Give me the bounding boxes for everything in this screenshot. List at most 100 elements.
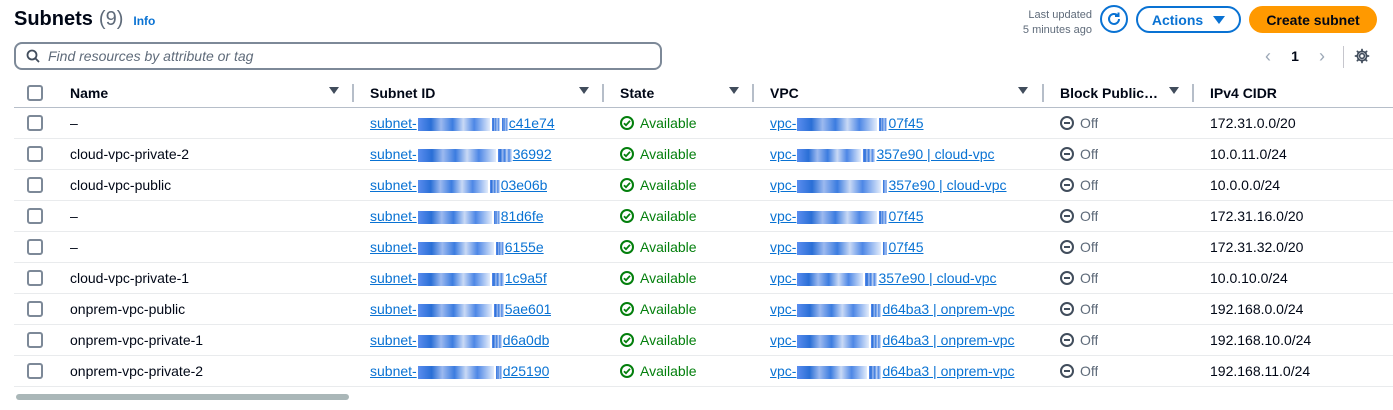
- subnet-id[interactable]: subnet- 36992: [370, 146, 552, 162]
- column-header-vpc[interactable]: VPC: [770, 78, 799, 107]
- minus-circle-icon: [1060, 240, 1074, 254]
- row-checkbox[interactable]: [27, 208, 43, 224]
- row-select-cell: [27, 139, 43, 169]
- sort-icon[interactable]: [729, 87, 739, 94]
- page-number[interactable]: 1: [1278, 48, 1312, 64]
- sort-icon[interactable]: [579, 87, 589, 94]
- row-checkbox[interactable]: [27, 146, 43, 162]
- vpc-link-cell[interactable]: vpc- 357e90 | cloud-vpc: [770, 263, 997, 293]
- vpc-link-cell[interactable]: vpc-d64ba3 | onprem-vpc: [770, 325, 1015, 355]
- vpc-link-cell[interactable]: vpc-d64ba3 | onprem-vpc: [770, 356, 1015, 386]
- vpc-link-cell[interactable]: vpc- 07f45: [770, 201, 924, 231]
- row-checkbox[interactable]: [27, 115, 43, 131]
- redacted-block: [797, 241, 882, 255]
- block-public-status: Off: [1060, 170, 1098, 200]
- vpc-link-cell[interactable]: vpc-d64ba3 | onprem-vpc: [770, 294, 1015, 324]
- table-row[interactable]: cloud-vpc-public subnet- 03e06b Available…: [14, 170, 1393, 201]
- row-select-cell: [27, 356, 43, 386]
- row-checkbox[interactable]: [27, 177, 43, 193]
- column-resizer[interactable]: [1192, 84, 1194, 102]
- select-all-checkbox[interactable]: [27, 84, 43, 101]
- subnet-id[interactable]: subnet- 5ae601: [370, 301, 551, 317]
- sort-icon[interactable]: [329, 87, 339, 94]
- subnet-id-link[interactable]: subnet-d25190: [370, 356, 549, 386]
- vpc-link[interactable]: vpc- 357e90 | cloud-vpc: [770, 270, 997, 286]
- column-header-ipv4-cidr[interactable]: IPv4 CIDR: [1210, 78, 1277, 107]
- redacted-block: [493, 303, 504, 317]
- refresh-button[interactable]: [1100, 5, 1128, 33]
- table-row[interactable]: – subnet-c41e74 Available vpc- 07f45 Off …: [14, 108, 1393, 139]
- subnet-id-link[interactable]: subnet- 1c9a5f: [370, 263, 547, 293]
- vpc-link-cell[interactable]: vpc- 07f45: [770, 232, 924, 262]
- block-public-label: Off: [1080, 270, 1099, 286]
- check-circle-icon: [620, 302, 634, 316]
- subnet-id-link[interactable]: subnet- 5ae601: [370, 294, 551, 324]
- row-checkbox[interactable]: [27, 363, 43, 379]
- vpc-link[interactable]: vpc-d64ba3 | onprem-vpc: [770, 363, 1015, 379]
- subnet-id-link[interactable]: subnet- 81d6fe: [370, 201, 544, 231]
- row-checkbox[interactable]: [27, 270, 43, 286]
- table-row[interactable]: cloud-vpc-private-1 subnet- 1c9a5f Availa…: [14, 263, 1393, 294]
- preferences-button[interactable]: [1352, 46, 1372, 66]
- vpc-link[interactable]: vpc- 357e90 | cloud-vpc: [770, 146, 995, 162]
- redacted-block: [489, 179, 500, 193]
- vpc-link[interactable]: vpc- 07f45: [770, 239, 924, 255]
- vpc-link[interactable]: vpc- 357e90 | cloud-vpc: [770, 177, 1007, 193]
- table-row[interactable]: onprem-vpc-public subnet- 5ae601 Availabl…: [14, 294, 1393, 325]
- vpc-link-cell[interactable]: vpc- 07f45: [770, 108, 924, 138]
- block-public-status: Off: [1060, 325, 1098, 355]
- column-resizer[interactable]: [1042, 84, 1044, 102]
- redacted-block: [879, 117, 888, 131]
- subnet-id[interactable]: subnet- 1c9a5f: [370, 270, 547, 286]
- search-input[interactable]: [48, 48, 628, 64]
- subnet-id[interactable]: subnet- 6155e: [370, 239, 544, 255]
- subnet-id-link[interactable]: subnet-c41e74: [370, 108, 555, 138]
- vpc-id-suffix: d64ba3 | onprem-vpc: [882, 301, 1015, 317]
- column-resizer[interactable]: [352, 84, 354, 102]
- subnet-id[interactable]: subnet-d6a0db: [370, 332, 549, 348]
- subnet-id[interactable]: subnet-c41e74: [370, 115, 555, 131]
- column-header-block-public[interactable]: Block Public…: [1060, 78, 1158, 107]
- row-checkbox[interactable]: [27, 332, 43, 348]
- column-header-subnet-id[interactable]: Subnet ID: [370, 78, 435, 107]
- row-select-cell: [27, 232, 43, 262]
- table-row[interactable]: onprem-vpc-private-1 subnet-d6a0db Avail…: [14, 325, 1393, 356]
- state-label: Available: [640, 115, 697, 131]
- column-header-name[interactable]: Name: [70, 78, 108, 107]
- sort-icon[interactable]: [1169, 87, 1179, 94]
- subnet-id-prefix: subnet-: [370, 332, 417, 348]
- chevron-left-icon[interactable]: ‹: [1258, 46, 1278, 66]
- vpc-link[interactable]: vpc- 07f45: [770, 115, 924, 131]
- last-updated: Last updated 5 minutes ago: [1000, 8, 1092, 38]
- vpc-link[interactable]: vpc- 07f45: [770, 208, 924, 224]
- column-resizer[interactable]: [752, 84, 754, 102]
- column-header-state[interactable]: State: [620, 78, 654, 107]
- vpc-link[interactable]: vpc-d64ba3 | onprem-vpc: [770, 332, 1015, 348]
- table-row[interactable]: – subnet- 6155e Available vpc- 07f45 Off 1…: [14, 232, 1393, 263]
- vpc-link-cell[interactable]: vpc- 357e90 | cloud-vpc: [770, 170, 1007, 200]
- create-subnet-button[interactable]: Create subnet: [1249, 6, 1377, 33]
- redacted-block: [417, 241, 494, 255]
- info-link[interactable]: Info: [133, 14, 155, 28]
- horizontal-scrollbar[interactable]: [16, 394, 349, 400]
- row-checkbox[interactable]: [27, 239, 43, 255]
- actions-button[interactable]: Actions: [1136, 6, 1241, 33]
- subnet-id[interactable]: subnet- 03e06b: [370, 177, 547, 193]
- table-row[interactable]: onprem-vpc-private-2 subnet-d25190 Avail…: [14, 356, 1393, 387]
- chevron-right-icon[interactable]: ›: [1312, 46, 1332, 66]
- table-row[interactable]: cloud-vpc-private-2 subnet- 36992 Availab…: [14, 139, 1393, 170]
- subnet-id-link[interactable]: subnet-d6a0db: [370, 325, 549, 355]
- subnet-id[interactable]: subnet- 81d6fe: [370, 208, 544, 224]
- search-box[interactable]: [14, 42, 662, 70]
- table-row[interactable]: – subnet- 81d6fe Available vpc- 07f45 Off …: [14, 201, 1393, 232]
- subnet-id-link[interactable]: subnet- 6155e: [370, 232, 544, 262]
- vpc-link-cell[interactable]: vpc- 357e90 | cloud-vpc: [770, 139, 995, 169]
- vpc-link[interactable]: vpc-d64ba3 | onprem-vpc: [770, 301, 1015, 317]
- sort-icon[interactable]: [1018, 87, 1028, 94]
- row-checkbox[interactable]: [27, 301, 43, 317]
- subnet-id-link[interactable]: subnet- 03e06b: [370, 170, 547, 200]
- redacted-block: [501, 117, 508, 131]
- subnet-id[interactable]: subnet-d25190: [370, 363, 549, 379]
- subnet-id-link[interactable]: subnet- 36992: [370, 139, 552, 169]
- column-resizer[interactable]: [602, 84, 604, 102]
